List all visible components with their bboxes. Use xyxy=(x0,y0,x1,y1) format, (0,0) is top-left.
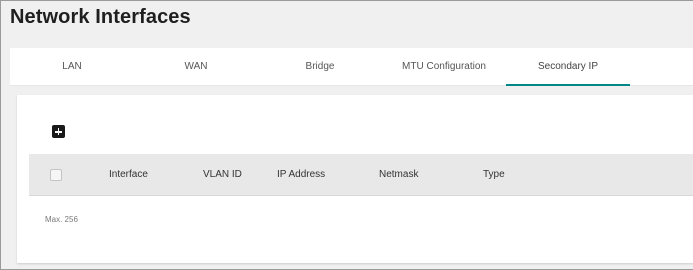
page-title: Network Interfaces xyxy=(10,6,191,28)
tab-mtu-configuration[interactable]: MTU Configuration xyxy=(382,48,506,86)
column-header-type[interactable]: Type xyxy=(483,169,505,180)
column-header-interface[interactable]: Interface xyxy=(109,169,148,180)
tab-bridge[interactable]: Bridge xyxy=(258,48,382,86)
table-header: Interface VLAN ID IP Address Netmask Typ… xyxy=(29,154,693,196)
max-entries-text: Max. 256 xyxy=(45,215,78,224)
column-header-vlan-id[interactable]: VLAN ID xyxy=(203,169,242,180)
add-icon[interactable] xyxy=(52,125,65,138)
column-header-netmask[interactable]: Netmask xyxy=(379,169,418,180)
tab-wan[interactable]: WAN xyxy=(134,48,258,86)
tab-bar-spacer xyxy=(630,48,693,86)
tab-secondary-ip[interactable]: Secondary IP xyxy=(506,48,630,86)
secondary-ip-card: Interface VLAN ID IP Address Netmask Typ… xyxy=(17,95,693,263)
tab-lan[interactable]: LAN xyxy=(10,48,134,86)
page: Network Interfaces LAN WAN Bridge MTU Co… xyxy=(0,0,693,270)
select-all-checkbox[interactable] xyxy=(50,169,62,181)
tab-bar: LAN WAN Bridge MTU Configuration Seconda… xyxy=(10,48,693,86)
column-header-ip-address[interactable]: IP Address xyxy=(277,169,325,180)
